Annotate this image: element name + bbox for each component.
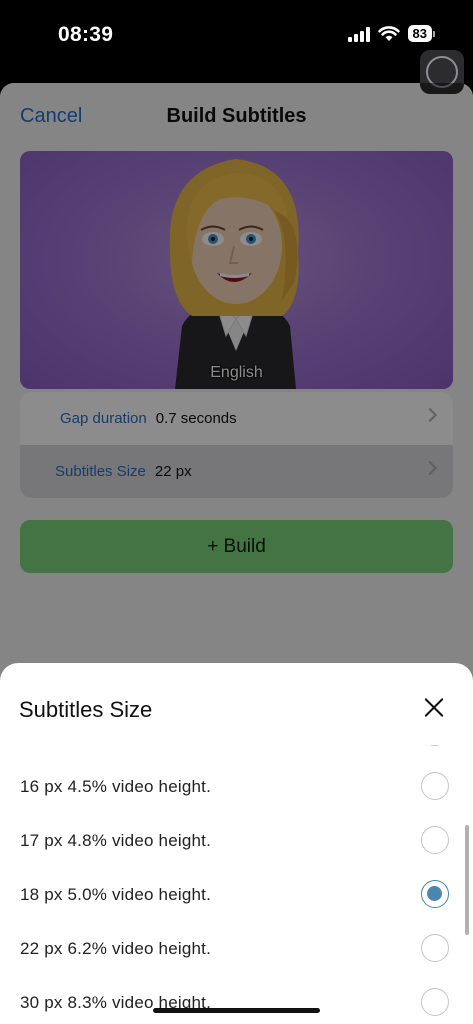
battery-level: 83	[407, 25, 432, 42]
status-icons: 83	[347, 25, 435, 42]
option-row[interactable]: 17 px 4.8% video height.	[0, 813, 473, 867]
radio-button-selected[interactable]	[421, 880, 449, 908]
sheet-title: Subtitles Size	[19, 697, 153, 722]
option-row-partial[interactable]	[0, 745, 473, 759]
radio-button[interactable]	[421, 934, 449, 962]
option-label: 18 px 5.0% video height.	[20, 885, 211, 904]
close-icon[interactable]	[423, 696, 445, 718]
signal-icon	[347, 26, 370, 42]
subtitles-size-sheet: Subtitles Size 16 px 4.5% video height. …	[0, 663, 473, 1024]
radio-button[interactable]	[421, 826, 449, 854]
option-row[interactable]: 30 px 8.3% video height.	[0, 975, 473, 1024]
wifi-icon	[377, 25, 400, 41]
radio-button[interactable]	[421, 772, 449, 800]
radio-button[interactable]	[421, 745, 449, 746]
option-label: 22 px 6.2% video height.	[20, 939, 211, 958]
home-indicator[interactable]	[153, 1008, 320, 1013]
battery-icon: 83	[407, 25, 435, 42]
status-bar: 08:39 83	[0, 0, 473, 70]
status-time: 08:39	[58, 23, 114, 46]
option-row[interactable]: 22 px 6.2% video height.	[0, 921, 473, 975]
size-options-list[interactable]: 16 px 4.5% video height. 17 px 4.8% vide…	[0, 745, 473, 1024]
option-row[interactable]: 16 px 4.5% video height.	[0, 759, 473, 813]
option-label: 17 px 4.8% video height.	[20, 831, 211, 850]
scrollbar[interactable]	[465, 825, 469, 935]
radio-button[interactable]	[421, 988, 449, 1016]
option-row-selected[interactable]: 18 px 5.0% video height.	[0, 867, 473, 921]
option-label: 16 px 4.5% video height.	[20, 777, 211, 796]
